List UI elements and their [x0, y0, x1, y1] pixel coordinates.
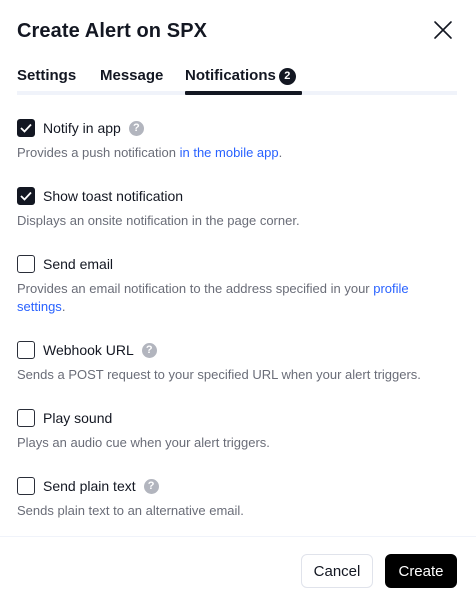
- dialog-title: Create Alert on SPX: [17, 20, 208, 42]
- send-plain-text-toggle[interactable]: Send plain text ?: [17, 476, 457, 496]
- notify-in-app-label: Notify in app: [43, 120, 121, 136]
- send-email-toggle[interactable]: Send email: [17, 254, 457, 274]
- tab-notifications-label: Notifications: [185, 67, 276, 84]
- webhook-url-toggle[interactable]: Webhook URL ?: [17, 340, 457, 360]
- option-webhook-url: Webhook URL ? Sends a POST request to yo…: [17, 340, 457, 384]
- create-alert-dialog: Create Alert on SPX Settings Message Not…: [0, 0, 476, 605]
- webhook-url-description: Sends a POST request to your specified U…: [17, 367, 421, 382]
- active-tab-indicator: [185, 91, 302, 95]
- create-button[interactable]: Create: [385, 554, 457, 588]
- send-email-checkbox[interactable]: [17, 255, 35, 273]
- description-text: Provides a push notification: [17, 145, 180, 160]
- tab-bar: Settings Message Notifications 2: [17, 64, 457, 95]
- option-send-email: Send email Provides an email notificatio…: [17, 254, 457, 316]
- play-sound-description: Plays an audio cue when your alert trigg…: [17, 435, 270, 450]
- play-sound-label: Play sound: [43, 410, 113, 426]
- option-notify-in-app: Notify in app ? Provides a push notifica…: [17, 118, 457, 162]
- send-plain-text-description: Sends plain text to an alternative email…: [17, 503, 244, 518]
- option-play-sound: Play sound Plays an audio cue when your …: [17, 408, 457, 452]
- send-plain-text-checkbox[interactable]: [17, 477, 35, 495]
- close-icon[interactable]: [433, 20, 453, 40]
- dialog-header: Create Alert on SPX: [17, 18, 459, 48]
- notify-in-app-checkbox[interactable]: [17, 119, 35, 137]
- help-icon[interactable]: ?: [143, 478, 159, 494]
- description-suffix: .: [278, 145, 283, 160]
- show-toast-toggle[interactable]: Show toast notification: [17, 186, 457, 206]
- webhook-url-label: Webhook URL: [43, 342, 134, 358]
- description-suffix: .: [61, 299, 66, 314]
- description-text: Provides an email notification to the ad…: [17, 281, 374, 296]
- send-email-description: Provides an email notification to the ad…: [17, 280, 457, 316]
- show-toast-description: Displays an onsite notification in the p…: [17, 213, 300, 228]
- send-plain-text-label: Send plain text: [43, 478, 136, 494]
- webhook-url-checkbox[interactable]: [17, 341, 35, 359]
- help-icon[interactable]: ?: [128, 120, 144, 136]
- notify-in-app-description: Provides a push notification in the mobi…: [17, 144, 457, 162]
- mobile-app-link[interactable]: in the mobile app: [180, 145, 279, 160]
- play-sound-toggle[interactable]: Play sound: [17, 408, 457, 428]
- send-email-label: Send email: [43, 256, 114, 272]
- tab-notifications[interactable]: Notifications 2: [185, 67, 296, 85]
- cancel-button[interactable]: Cancel: [301, 554, 373, 588]
- play-sound-checkbox[interactable]: [17, 409, 35, 427]
- option-show-toast: Show toast notification Displays an onsi…: [17, 186, 457, 230]
- help-icon[interactable]: ?: [141, 342, 157, 358]
- show-toast-checkbox[interactable]: [17, 187, 35, 205]
- tab-settings[interactable]: Settings: [17, 67, 76, 85]
- tab-message[interactable]: Message: [100, 67, 163, 85]
- notify-in-app-toggle[interactable]: Notify in app ?: [17, 118, 457, 138]
- show-toast-label: Show toast notification: [43, 188, 184, 204]
- notifications-count-badge: 2: [278, 68, 296, 85]
- footer-divider: [0, 536, 476, 537]
- option-send-plain-text: Send plain text ? Sends plain text to an…: [17, 476, 457, 520]
